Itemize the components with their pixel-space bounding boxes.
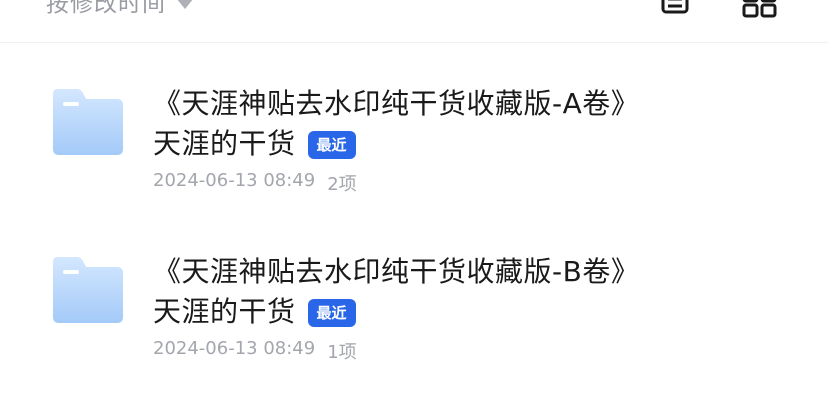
- file-item-count: 1项: [327, 342, 357, 363]
- grid-view-button[interactable]: [742, 0, 778, 18]
- file-owner: 天涯的干货: [153, 127, 296, 160]
- list-view-button[interactable]: [660, 0, 694, 18]
- sort-label: 按修改时间: [46, 0, 166, 17]
- list-view-icon: [661, 0, 689, 14]
- sort-by-modified-button[interactable]: 按修改时间: [46, 0, 194, 18]
- file-modified-time: 2024-06-13 08:49: [153, 170, 316, 191]
- file-list-item[interactable]: 《天涯神贴去水印纯干货收藏版-B卷》 天涯的干货 最近 2024-06-13 0…: [0, 253, 828, 393]
- file-owner-row: 天涯的干货 最近: [153, 293, 356, 331]
- file-browser-page: 按修改时间 《天涯神贴去水印纯干货收藏版-A卷》 天涯的干货 最近 2024-0…: [0, 0, 828, 403]
- folder-icon: [53, 89, 123, 155]
- file-owner: 天涯的干货: [153, 295, 296, 328]
- recent-badge: 最近: [307, 299, 356, 327]
- sort-toolbar: 按修改时间: [0, 0, 828, 30]
- folder-icon: [53, 257, 123, 323]
- file-list-item[interactable]: 《天涯神贴去水印纯干货收藏版-A卷》 天涯的干货 最近 2024-06-13 0…: [0, 85, 828, 225]
- file-item-count: 2项: [327, 174, 357, 195]
- file-name: 《天涯神贴去水印纯干货收藏版-B卷》: [153, 255, 640, 288]
- file-modified-time: 2024-06-13 08:49: [153, 338, 316, 359]
- grid-view-icon: [742, 0, 777, 18]
- file-meta: 2024-06-13 08:49 2项: [153, 170, 357, 196]
- toolbar-divider: [0, 42, 828, 43]
- file-owner-row: 天涯的干货 最近: [153, 125, 356, 163]
- caret-down-icon: [176, 0, 194, 9]
- file-name: 《天涯神贴去水印纯干货收藏版-A卷》: [153, 87, 640, 120]
- file-meta: 2024-06-13 08:49 1项: [153, 338, 357, 364]
- recent-badge: 最近: [307, 131, 356, 159]
